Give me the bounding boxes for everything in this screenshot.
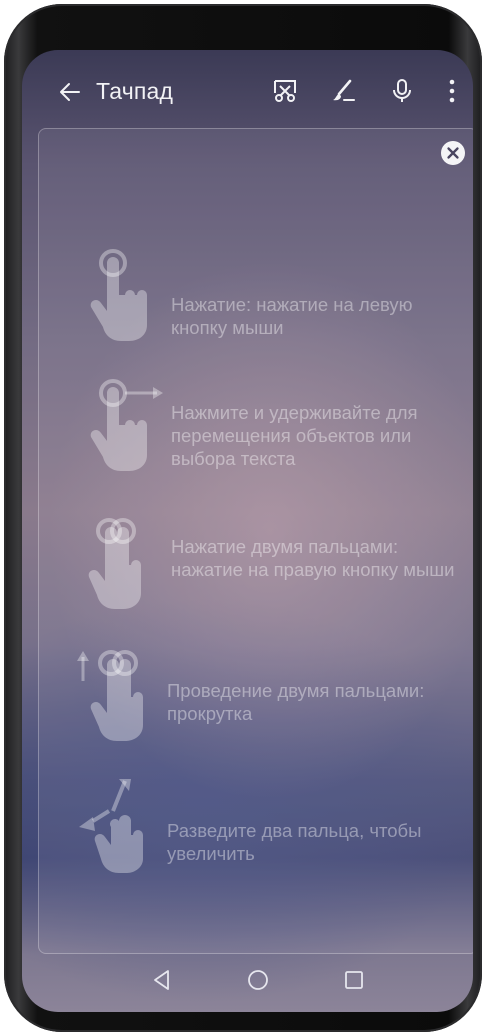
nav-back-icon[interactable] — [150, 968, 174, 992]
screen: Тачпад Нажатие: нажатие на левую кнопку … — [22, 50, 473, 1012]
more-vert-icon[interactable] — [439, 78, 465, 104]
gesture-text: Разведите два пальца, чтобы увеличить — [167, 820, 422, 864]
tap-icon — [90, 249, 147, 341]
gesture-text: Нажатие: нажатие на левую кнопку мыши — [171, 294, 413, 338]
touchpad-hint-overlay: Нажатие: нажатие на левую кнопку мыши На… — [38, 128, 473, 954]
close-icon[interactable] — [441, 141, 465, 165]
system-nav-bar — [22, 954, 473, 1012]
screenshot-scissors-icon[interactable] — [272, 78, 298, 104]
microphone-icon[interactable] — [389, 78, 415, 104]
two-finger-scroll-icon — [77, 650, 143, 741]
phone-frame: Тачпад Нажатие: нажатие на левую кнопку … — [4, 4, 482, 1032]
page-title: Тачпад — [96, 78, 174, 104]
pen-icon[interactable] — [330, 78, 356, 104]
gesture-text: Нажмите и удерживайте для перемещения об… — [171, 402, 418, 469]
nav-home-icon[interactable] — [246, 968, 270, 992]
top-bar: Тачпад — [22, 50, 473, 140]
two-finger-tap-icon — [88, 518, 141, 609]
press-drag-icon — [90, 379, 163, 471]
gesture-text: Нажатие двумя пальцами: нажатие на праву… — [171, 536, 455, 580]
pinch-zoom-icon — [79, 779, 143, 873]
gesture-text: Проведение двумя пальцами: прокрутка — [167, 680, 425, 724]
nav-recents-icon[interactable] — [342, 968, 366, 992]
back-arrow-icon[interactable] — [58, 80, 82, 104]
